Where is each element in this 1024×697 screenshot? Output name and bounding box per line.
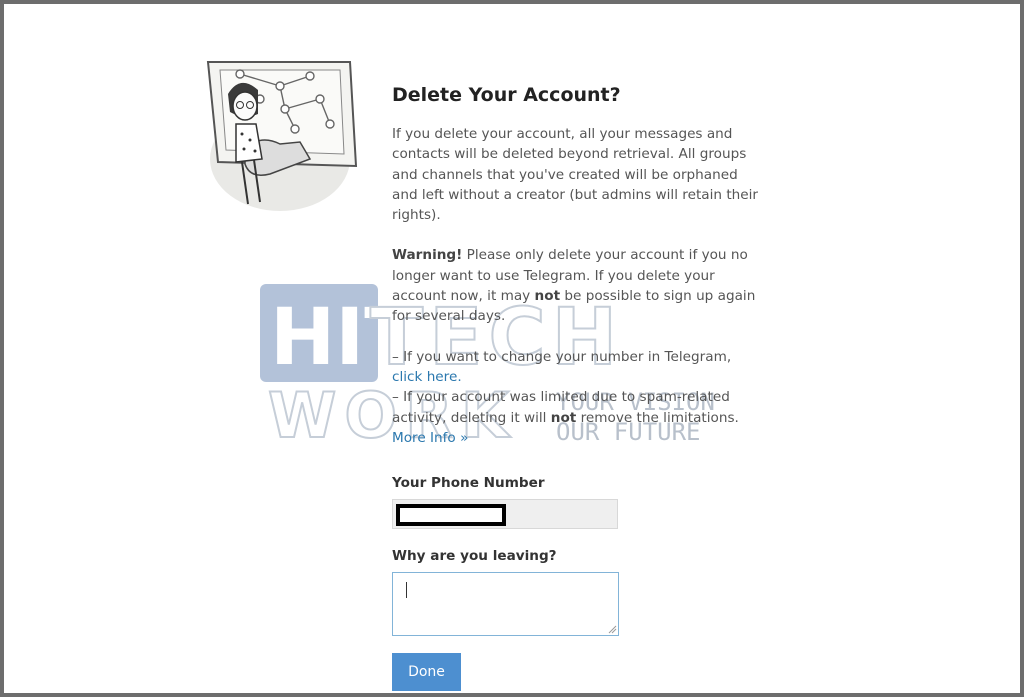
spam-not: not [550, 409, 577, 426]
phone-number-field [392, 499, 618, 529]
redacted-phone-number [396, 504, 506, 526]
warning-text: Warning! Please only delete your account… [392, 245, 762, 326]
change-number-text: – If you want to change your number in T… [392, 347, 762, 388]
intro-text: If you delete your account, all your mes… [392, 126, 758, 224]
warning-not: not [534, 288, 561, 305]
phone-number-label: Your Phone Number [392, 475, 545, 491]
resize-grip-icon[interactable] [608, 625, 617, 634]
more-info-link[interactable]: More Info » [392, 430, 468, 446]
telegram-woman-illustration [206, 61, 358, 211]
reason-label: Why are you leaving? [392, 548, 557, 564]
main-content: Delete Your Account? If you delete your … [392, 82, 762, 448]
text-caret [406, 582, 407, 598]
warning-label: Warning! [392, 247, 463, 264]
spam-text-part2: remove the limitations. [576, 409, 739, 426]
page-title: Delete Your Account? [392, 84, 621, 106]
change-number-label: – If you want to change your number in T… [392, 348, 732, 365]
done-button[interactable]: Done [392, 653, 461, 691]
click-here-link[interactable]: click here. [392, 369, 462, 385]
spam-text: – If your account was limited due to spa… [392, 387, 762, 448]
reason-textarea[interactable] [392, 572, 619, 636]
